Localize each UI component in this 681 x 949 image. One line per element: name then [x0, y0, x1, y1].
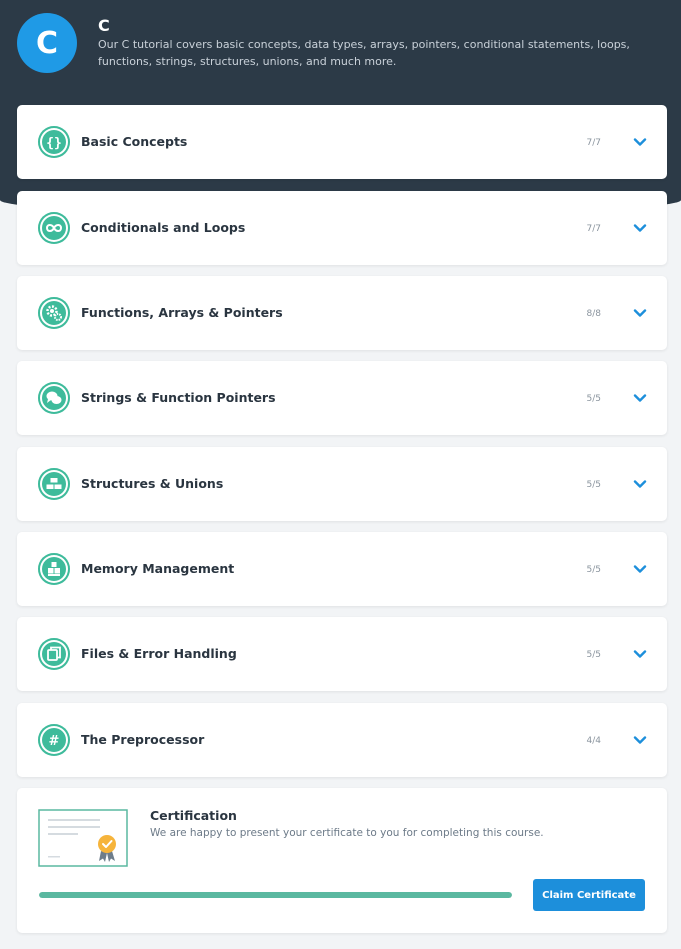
- module-conditionals-and-loops[interactable]: Conditionals and Loops 7/7: [17, 191, 667, 265]
- module-title: The Preprocessor: [81, 732, 205, 747]
- module-progress: 5/5: [586, 394, 601, 404]
- braces-icon: {}: [38, 126, 70, 158]
- course-description: Our C tutorial covers basic concepts, da…: [98, 38, 630, 68]
- module-title: Basic Concepts: [81, 134, 188, 149]
- structure-blocks-icon: [38, 468, 70, 500]
- chevron-down-icon[interactable]: [633, 733, 647, 747]
- module-the-preprocessor[interactable]: # The Preprocessor 4/4: [17, 703, 667, 777]
- speech-bubbles-icon: [38, 382, 70, 414]
- chevron-down-icon[interactable]: [633, 391, 647, 405]
- module-progress: 7/7: [586, 224, 601, 234]
- module-functions-arrays-pointers[interactable]: Functions, Arrays & Pointers 8/8: [17, 276, 667, 350]
- module-title: Conditionals and Loops: [81, 220, 246, 235]
- module-progress: 8/8: [586, 309, 601, 319]
- gears-icon: [38, 297, 70, 329]
- module-title: Structures & Unions: [81, 476, 224, 491]
- claim-certificate-button[interactable]: Claim Certificate: [533, 879, 645, 911]
- certification-title: Certification: [150, 808, 237, 823]
- module-progress: 5/5: [586, 650, 601, 660]
- certification-description: We are happy to present your certificate…: [150, 827, 544, 839]
- module-progress: 5/5: [586, 480, 601, 490]
- module-files-error-handling[interactable]: Files & Error Handling 5/5: [17, 617, 667, 691]
- completion-progress-fill: [39, 892, 512, 898]
- certification-card: Certification We are happy to present yo…: [17, 788, 667, 933]
- module-progress: 5/5: [586, 565, 601, 575]
- module-title: Functions, Arrays & Pointers: [81, 305, 283, 320]
- module-structures-unions[interactable]: Structures & Unions 5/5: [17, 447, 667, 521]
- course-title: C: [98, 16, 110, 35]
- svg-text:#: #: [49, 734, 60, 749]
- chevron-down-icon[interactable]: [633, 562, 647, 576]
- module-strings-function-pointers[interactable]: Strings & Function Pointers 5/5: [17, 361, 667, 435]
- svg-text:{}: {}: [46, 136, 62, 151]
- chevron-down-icon[interactable]: [633, 647, 647, 661]
- chevron-down-icon[interactable]: [633, 135, 647, 149]
- module-progress: 7/7: [586, 138, 601, 148]
- files-icon: [38, 638, 70, 670]
- chevron-down-icon[interactable]: [633, 477, 647, 491]
- module-memory-management[interactable]: Memory Management 5/5: [17, 532, 667, 606]
- infinity-icon: [38, 212, 70, 244]
- stacked-blocks-icon: [38, 553, 70, 585]
- module-title: Memory Management: [81, 561, 235, 576]
- completion-progress-bar: [39, 892, 512, 898]
- module-basic-concepts[interactable]: {} Basic Concepts 7/7: [17, 105, 667, 179]
- module-title: Files & Error Handling: [81, 646, 237, 661]
- certificate-icon: [38, 809, 128, 867]
- chevron-down-icon[interactable]: [633, 221, 647, 235]
- chevron-down-icon[interactable]: [633, 306, 647, 320]
- module-progress: 4/4: [586, 736, 601, 746]
- hash-icon: #: [38, 724, 70, 756]
- course-logo: C: [17, 13, 77, 73]
- module-title: Strings & Function Pointers: [81, 390, 276, 405]
